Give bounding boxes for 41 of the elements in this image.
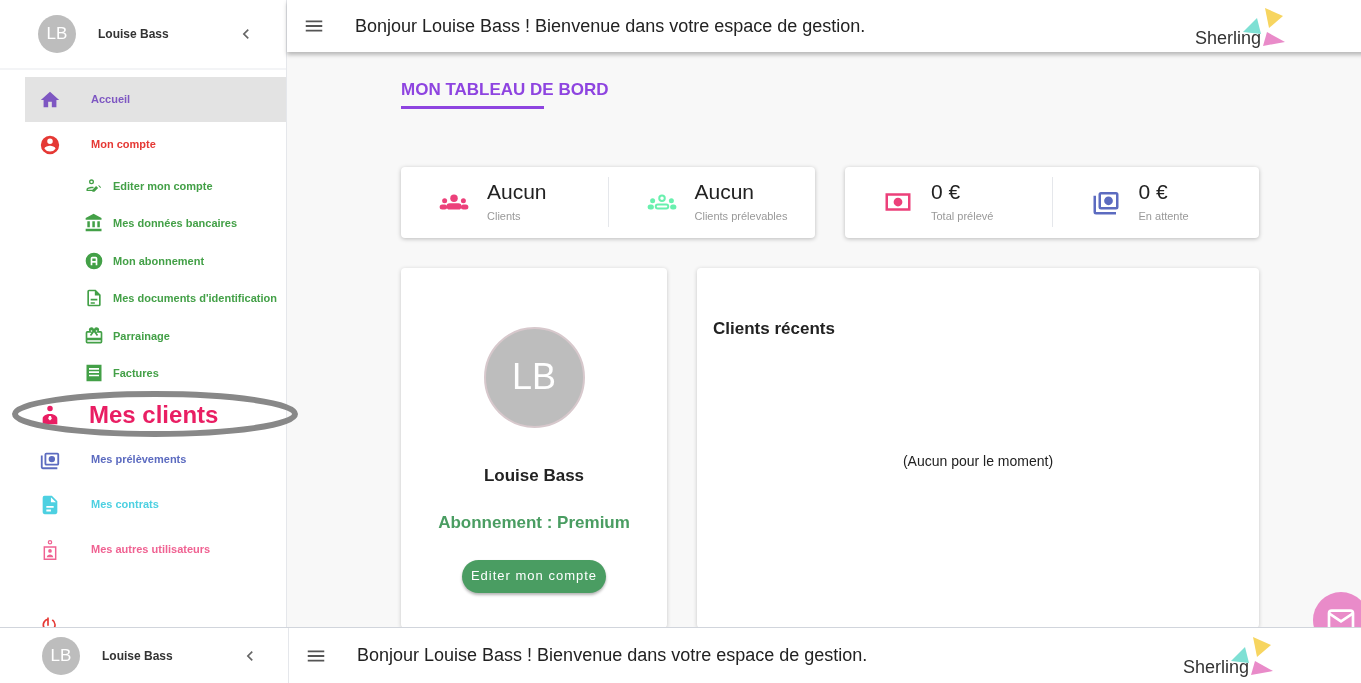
profile-name: Louise Bass bbox=[483, 464, 585, 487]
nav-subitem[interactable]: Parrainage bbox=[25, 317, 286, 355]
nav-subitem[interactable]: Editer mon compte bbox=[25, 167, 286, 205]
receipt-icon bbox=[84, 363, 104, 384]
avatar: LB bbox=[42, 636, 80, 675]
stat-value: Aucun bbox=[694, 179, 756, 206]
nav-item[interactable]: Mes contrats bbox=[25, 482, 286, 527]
nav-item[interactable]: Accueil bbox=[25, 77, 286, 122]
user-name: Louise Bass bbox=[98, 26, 170, 43]
welcome-message: Bonjour Louise Bass ! Bienvenue dans votre espace de gestion. bbox=[357, 644, 869, 667]
stat-label: Clients prélevables bbox=[694, 209, 788, 225]
nav-subitem[interactable]: Mes données bancaires bbox=[25, 204, 286, 242]
nav-subitem[interactable]: Factures bbox=[25, 354, 286, 392]
stat-value: 0 € bbox=[931, 179, 962, 206]
gift-icon bbox=[84, 325, 104, 346]
sherling-logo: Sherling bbox=[1183, 632, 1275, 681]
account-icon bbox=[39, 133, 61, 156]
welcome-message: Bonjour Louise Bass ! Bienvenue dans votre espace de gestion. bbox=[355, 14, 867, 38]
edit-account-button[interactable]: Editer mon compte bbox=[461, 559, 607, 593]
stat-label: En attente bbox=[1138, 209, 1189, 225]
page-title: MON TABLEAU DE BORD bbox=[401, 77, 609, 109]
stat-value: Aucun bbox=[487, 179, 547, 206]
document-icon bbox=[84, 288, 104, 309]
nav-subitem[interactable]: Mon abonnement bbox=[25, 242, 286, 280]
bank-icon bbox=[84, 213, 104, 234]
avatar: LB bbox=[38, 15, 76, 53]
stat-label: Clients bbox=[487, 209, 522, 225]
badge-icon bbox=[84, 250, 104, 271]
nav-item[interactable]: Mes clients bbox=[25, 392, 286, 437]
nav-item[interactable]: Mes autres utilisateurs bbox=[25, 527, 286, 572]
nav-subitem[interactable]: Mes documents d'identification bbox=[25, 279, 286, 317]
avatar: LB bbox=[483, 326, 585, 428]
stat-value: 0 € bbox=[1138, 179, 1169, 206]
sherling-logo: Sherling bbox=[1195, 4, 1287, 52]
empty-message: (Aucun pour le moment) bbox=[902, 452, 1054, 471]
stat-label: Total prélevé bbox=[931, 209, 994, 225]
subscription-label: Abonnement : Premium bbox=[438, 512, 630, 534]
card-title: Clients récents bbox=[713, 317, 836, 340]
nav-item[interactable]: Mes prélèvements bbox=[25, 437, 286, 482]
nav-item[interactable]: Mon compte bbox=[25, 122, 286, 167]
user-name: Louise Bass bbox=[102, 647, 174, 665]
